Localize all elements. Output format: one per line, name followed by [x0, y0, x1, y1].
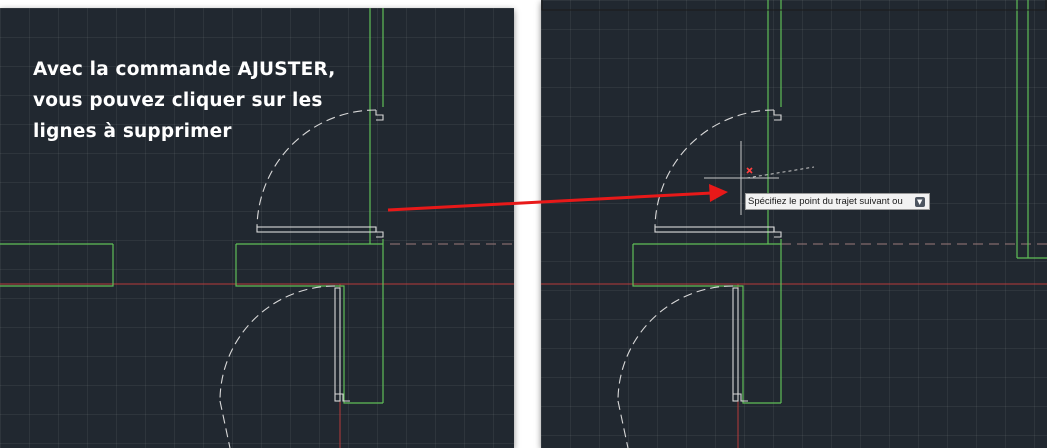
axis-lines	[0, 243, 514, 448]
command-prompt-tooltip: Spécifiez le point du trajet suivant ou …	[745, 193, 930, 210]
drawing-canvas-after	[541, 0, 1047, 448]
instruction-text: Avec la commande AJUSTER, vous pouvez cl…	[33, 59, 336, 142]
door-lines-right[interactable]	[541, 0, 1047, 448]
cad-viewport-after[interactable]	[541, 0, 1047, 448]
tooltip-text: Spécifiez le point du trajet suivant ou	[748, 196, 903, 207]
chevron-down-icon[interactable]: ▼	[914, 196, 925, 207]
door-lines[interactable]	[219, 109, 384, 448]
cad-viewport-before[interactable]: Avec la commande AJUSTER, vous pouvez cl…	[0, 8, 514, 448]
pick-point-marker	[746, 167, 753, 174]
axis-lines-right	[541, 243, 1047, 448]
